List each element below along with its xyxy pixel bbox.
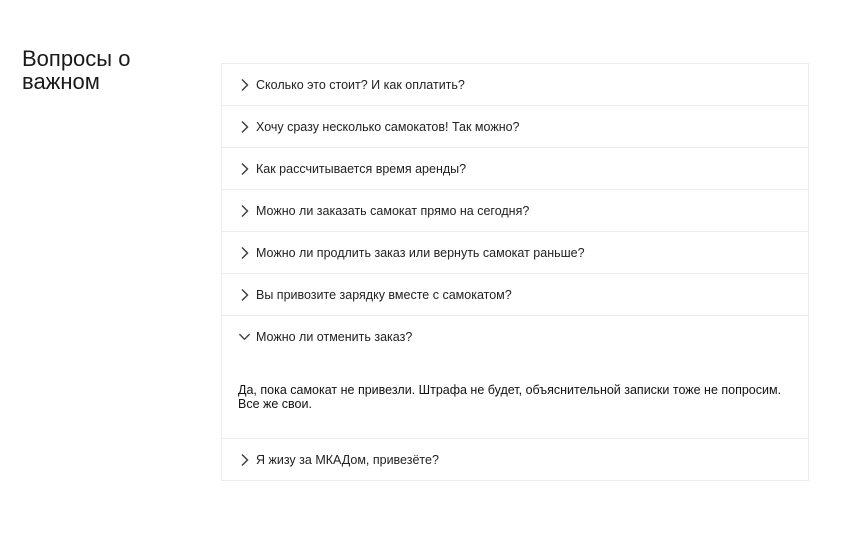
faq-question: Можно ли заказать самокат прямо на сегод… — [256, 203, 530, 218]
faq-question: Можно ли продлить заказ или вернуть само… — [256, 245, 585, 260]
faq-item-header-charger[interactable]: Вы привозите зарядку вместе с самокатом? — [222, 274, 808, 315]
faq-item-header-multiple[interactable]: Хочу сразу несколько самокатов! Так можн… — [222, 106, 808, 147]
faq-item-header-rental-time[interactable]: Как рассчитывается время аренды? — [222, 148, 808, 189]
chevron-right-icon — [238, 288, 251, 302]
faq-accordion: Сколько это стоит? И как оплатить? Хочу … — [221, 63, 809, 481]
faq-question: Сколько это стоит? И как оплатить? — [256, 77, 465, 92]
faq-question: Хочу сразу несколько самокатов! Так можн… — [256, 119, 520, 134]
chevron-right-icon — [238, 453, 251, 467]
faq-question: Вы привозите зарядку вместе с самокатом? — [256, 287, 512, 302]
faq-question: Как рассчитывается время аренды? — [256, 161, 467, 176]
faq-question: Можно ли отменить заказ? — [256, 329, 413, 344]
faq-item: Хочу сразу несколько самокатов! Так можн… — [222, 106, 808, 148]
faq-title: Вопросы о важном — [22, 46, 131, 94]
chevron-right-icon — [238, 246, 251, 260]
faq-item: Как рассчитывается время аренды? — [222, 148, 808, 190]
faq-question: Я жизу за МКАДом, привезёте? — [256, 452, 439, 467]
faq-item: Можно ли заказать самокат прямо на сегод… — [222, 190, 808, 232]
chevron-right-icon — [238, 204, 251, 218]
chevron-down-icon — [238, 330, 251, 344]
faq-item-header-cancel[interactable]: Можно ли отменить заказ? — [222, 316, 808, 357]
faq-item-header-extend[interactable]: Можно ли продлить заказ или вернуть само… — [222, 232, 808, 273]
page: Вопросы о важном Сколько это стоит? И ка… — [0, 0, 846, 540]
faq-item-header-mkad[interactable]: Я жизу за МКАДом, привезёте? — [222, 439, 808, 480]
faq-item-expanded: Можно ли отменить заказ? Да, пока самока… — [222, 316, 808, 439]
chevron-right-icon — [238, 78, 251, 92]
chevron-right-icon — [238, 162, 251, 176]
faq-item: Вы привозите зарядку вместе с самокатом? — [222, 274, 808, 316]
chevron-right-icon — [238, 120, 251, 134]
faq-item: Сколько это стоит? И как оплатить? — [222, 64, 808, 106]
faq-item-header-today[interactable]: Можно ли заказать самокат прямо на сегод… — [222, 190, 808, 231]
faq-answer: Да, пока самокат не привезли. Штрафа не … — [238, 383, 782, 411]
faq-item: Я жизу за МКАДом, привезёте? — [222, 439, 808, 480]
faq-item: Можно ли продлить заказ или вернуть само… — [222, 232, 808, 274]
faq-item-header-cost[interactable]: Сколько это стоит? И как оплатить? — [222, 64, 808, 105]
